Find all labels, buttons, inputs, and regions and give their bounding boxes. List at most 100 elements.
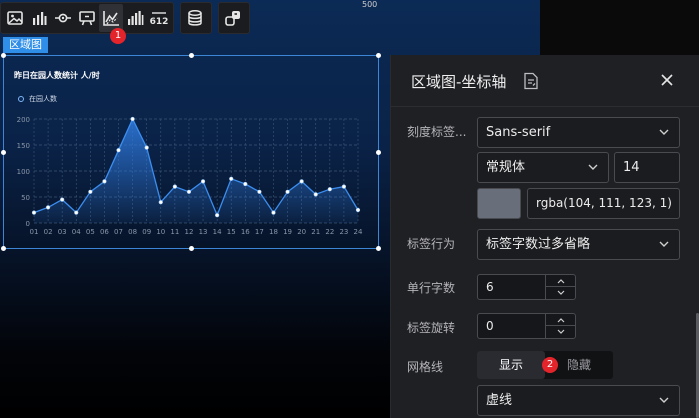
decrement-button[interactable] xyxy=(546,326,575,338)
label-behavior-label: 标签行为 xyxy=(407,237,456,251)
x-tick-label: 06 xyxy=(100,228,109,236)
area-chart-icon xyxy=(103,11,119,26)
close-icon[interactable] xyxy=(660,73,674,87)
font-size-input[interactable]: 14 xyxy=(614,152,680,183)
number-counter-tool-button[interactable]: 612 xyxy=(147,4,171,32)
legend-marker-icon xyxy=(18,96,24,102)
chevron-down-icon xyxy=(588,164,598,170)
data-point xyxy=(299,179,304,184)
chevron-down-icon xyxy=(659,397,669,403)
data-point xyxy=(88,189,93,194)
data-point xyxy=(313,192,318,197)
data-source-group xyxy=(180,2,212,34)
data-point xyxy=(158,200,163,205)
label-behavior-value: 标签字数过多省略 xyxy=(486,237,591,252)
data-point xyxy=(341,184,347,189)
resize-handle-bottom[interactable] xyxy=(189,246,194,251)
chevron-up-icon xyxy=(557,278,564,283)
label-rotation-label: 标签旋转 xyxy=(407,321,456,335)
data-point xyxy=(327,187,332,192)
chart-tools-group: 1 612 xyxy=(0,2,174,44)
data-point xyxy=(130,116,135,122)
x-tick-label: 13 xyxy=(199,228,208,236)
grid-style-select[interactable]: 虚线 xyxy=(477,385,680,416)
data-point xyxy=(229,176,234,181)
stepper-buttons xyxy=(545,275,575,299)
data-point xyxy=(144,145,149,150)
screen-comment-tool-button[interactable] xyxy=(75,4,99,32)
y-tick-label: 0 xyxy=(26,220,30,228)
x-tick-label: 03 xyxy=(58,228,67,236)
widget-name-tag[interactable]: 区域图 xyxy=(3,37,48,53)
x-tick-label: 11 xyxy=(170,228,179,236)
data-point xyxy=(200,179,206,184)
data-point xyxy=(102,179,107,184)
x-tick-label: 24 xyxy=(354,228,363,236)
x-tick-label: 10 xyxy=(156,228,165,236)
font-weight-select[interactable]: 常规体 xyxy=(477,152,609,183)
increment-button[interactable] xyxy=(546,275,575,287)
x-tick-label: 09 xyxy=(142,228,151,236)
tick-label-label: 刻度标签... xyxy=(407,125,467,139)
color-swatch[interactable] xyxy=(477,188,521,219)
number-counter-text: 612 xyxy=(150,17,169,27)
decrement-button[interactable] xyxy=(546,287,575,299)
panel-title: 区域图-坐标轴 xyxy=(411,73,507,91)
grid-show-option[interactable]: 显示 xyxy=(477,351,545,379)
x-tick-label: 02 xyxy=(44,228,53,236)
font-weight-value: 常规体 xyxy=(486,160,526,175)
link-icon xyxy=(225,11,240,26)
number-counter-icon: 612 xyxy=(150,12,169,27)
resize-handle-top-right[interactable] xyxy=(376,53,381,58)
data-point xyxy=(243,181,248,187)
data-point xyxy=(45,205,51,210)
stepper-buttons xyxy=(545,314,575,338)
column-chart-tool-button[interactable] xyxy=(123,4,147,32)
label-behavior-select[interactable]: 标签字数过多省略 xyxy=(477,229,680,260)
chevron-down-icon xyxy=(659,241,669,247)
chars-per-line-label: 单行字数 xyxy=(407,281,456,295)
x-tick-label: 22 xyxy=(325,228,334,236)
chart-legend[interactable]: 在园人数 xyxy=(18,94,57,104)
database-tool-button[interactable] xyxy=(183,4,207,32)
link-tool-button[interactable] xyxy=(221,4,245,32)
resize-handle-right[interactable] xyxy=(376,150,381,155)
component-toolbar: 1 612 xyxy=(0,2,250,44)
chevron-down-icon xyxy=(659,129,669,135)
resize-handle-left[interactable] xyxy=(1,150,6,155)
chart-title: 昨日在园人数统计 人/时 xyxy=(14,71,100,80)
resize-handle-bottom-left[interactable] xyxy=(1,246,6,251)
bar-chart-tool-button[interactable] xyxy=(27,4,51,32)
x-tick-label: 15 xyxy=(227,228,236,236)
x-tick-label: 23 xyxy=(339,228,348,236)
document-icon[interactable] xyxy=(523,72,539,90)
label-rotation-value: 0 xyxy=(486,319,494,333)
resize-handle-bottom-right[interactable] xyxy=(376,246,381,251)
data-point xyxy=(74,210,79,215)
data-point xyxy=(271,210,276,215)
link-group xyxy=(218,2,250,34)
x-tick-label: 20 xyxy=(297,228,306,236)
x-tick-label: 14 xyxy=(213,228,222,236)
y-tick-label: 200 xyxy=(17,116,30,124)
area-chart-tool-button[interactable]: 1 xyxy=(99,4,126,44)
area-chart-widget[interactable]: 昨日在园人数统计 人/时 在园人数 0 50 100 150 200 01 02 03 04 05… xyxy=(1,53,381,251)
resize-handle-top[interactable] xyxy=(189,53,194,58)
screen-comment-icon xyxy=(79,11,95,26)
color-value-input[interactable]: rgba(104, 111, 123, 1) xyxy=(527,188,680,219)
increment-button[interactable] xyxy=(546,314,575,326)
step-badge-2: 2 xyxy=(542,357,558,373)
chars-per-line-stepper[interactable]: 6 xyxy=(477,274,576,300)
y-tick-label: 100 xyxy=(17,168,30,176)
node-tool-button[interactable] xyxy=(51,4,75,32)
font-family-select[interactable]: Sans-serif xyxy=(477,117,680,148)
grid-style-value: 虚线 xyxy=(486,393,513,408)
database-icon xyxy=(188,10,202,26)
resize-handle-top-left[interactable] xyxy=(1,53,6,58)
chevron-up-icon xyxy=(557,317,564,322)
label-rotation-stepper[interactable]: 0 xyxy=(477,313,576,339)
font-size-value: 14 xyxy=(623,160,640,175)
x-tick-label: 05 xyxy=(86,228,95,236)
chevron-down-icon xyxy=(557,329,564,334)
image-tool-button[interactable] xyxy=(3,4,27,32)
